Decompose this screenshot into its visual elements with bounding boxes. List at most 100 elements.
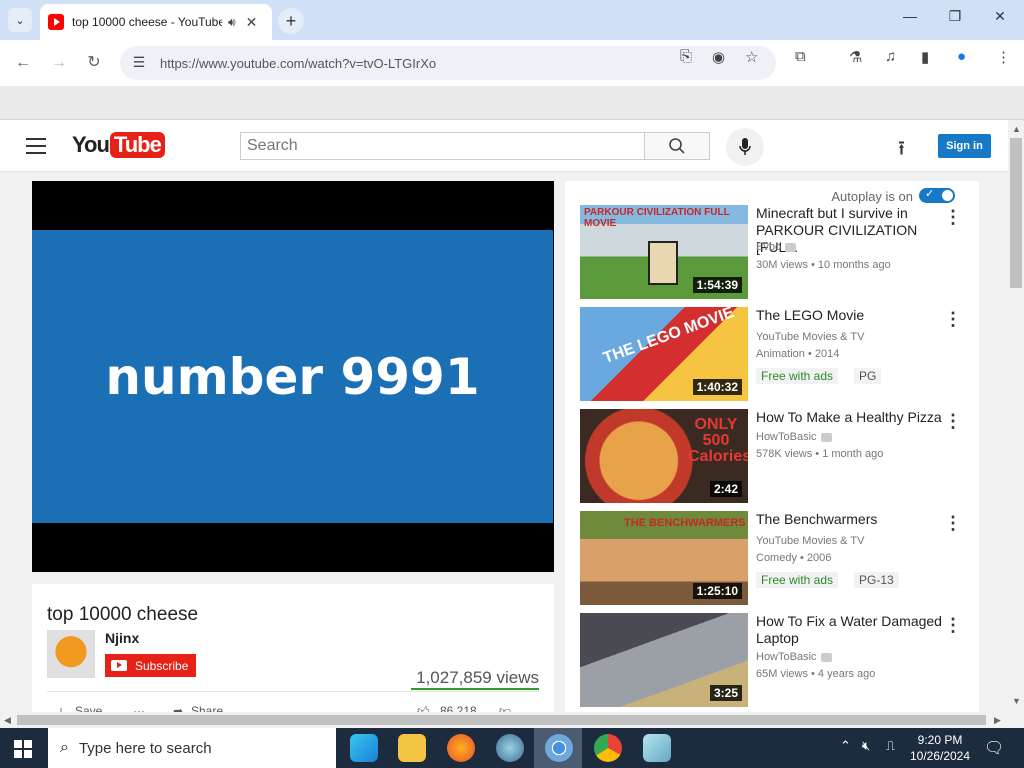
reload-icon[interactable]: ↻ — [83, 52, 105, 74]
dislike-icon[interactable]: 👎︎ — [499, 704, 511, 712]
speaker-icon[interactable]: 🔊︎ — [228, 15, 236, 30]
related-video-item[interactable]: THE LEGO MOVIE 1:40:32 The LEGO Movie Yo… — [580, 307, 970, 401]
restore-icon[interactable]: ❐ — [943, 8, 967, 25]
youtube-header: You Tube Search ⭱ Sign in — [0, 120, 1008, 172]
scroll-up-icon[interactable]: ▲ — [1012, 124, 1021, 134]
app-icon[interactable] — [496, 734, 524, 762]
more-icon[interactable]: ··· — [133, 704, 145, 712]
horizontal-scrollbar[interactable]: ◀ ▶ — [0, 712, 1008, 728]
related-video-item[interactable]: ONLY 500 Calories 2:42 How To Make a Hea… — [580, 409, 970, 503]
close-window-icon[interactable]: ✕ — [988, 8, 1012, 25]
tray-chevron-icon[interactable]: ⌃ — [840, 738, 851, 754]
notification-center-icon[interactable]: 🗨︎ — [984, 738, 1004, 758]
share-button[interactable]: Share — [191, 704, 223, 712]
sign-in-button[interactable]: Sign in — [938, 134, 991, 158]
file-explorer-icon[interactable] — [398, 734, 426, 762]
side-panel-icon[interactable]: ▮ — [921, 48, 929, 66]
url-text: https://www.youtube.com/watch?v=tvO-LTGI… — [160, 55, 437, 71]
upload-icon[interactable]: ⭱ — [898, 134, 905, 168]
vertical-scrollbar[interactable]: ▲ ▼ — [1008, 120, 1024, 728]
forward-icon[interactable]: → — [48, 52, 70, 74]
voice-search-button[interactable] — [726, 128, 764, 166]
related-video-item[interactable]: THE BENCHWARMERS 1:25:10 The Benchwarmer… — [580, 511, 970, 605]
address-bar[interactable]: ☰ https://www.youtube.com/watch?v=tvO-LT… — [120, 46, 776, 80]
volume-muted-icon[interactable]: 🔇︎ — [862, 738, 870, 754]
search-button[interactable] — [644, 132, 710, 160]
related-video-item[interactable]: 3:25 How To Fix a Water Damaged Laptop H… — [580, 613, 970, 707]
chrome-icon[interactable] — [594, 734, 622, 762]
video-thumbnail[interactable]: THE BENCHWARMERS 1:25:10 — [580, 511, 748, 605]
media-control-icon[interactable]: ♫ — [885, 48, 896, 65]
tab-search-button[interactable]: ⌄ — [8, 8, 32, 32]
video-thumbnail[interactable]: ONLY 500 Calories 2:42 — [580, 409, 748, 503]
channel-label: HowToBasic — [756, 431, 817, 443]
youtube-favicon-icon — [48, 14, 64, 30]
like-icon[interactable]: 👍︎ — [417, 704, 430, 712]
related-channel: HowToBasic — [756, 431, 832, 443]
related-video-title[interactable]: How To Fix a Water Damaged Laptop — [756, 613, 952, 647]
horizontal-scroll-thumb[interactable] — [17, 715, 986, 725]
menu-kebab-icon[interactable]: ⋮ — [996, 48, 1011, 66]
clock-time: 9:20 PM — [917, 733, 963, 747]
vertical-scroll-thumb[interactable] — [1010, 138, 1022, 288]
more-actions-icon[interactable]: ⋮ — [944, 411, 962, 432]
network-icon[interactable]: ⎍ — [886, 738, 895, 754]
channel-name[interactable]: Njinx — [105, 630, 139, 646]
extensions-icon[interactable]: ⧉ — [795, 48, 806, 65]
chrome-beta-icon[interactable] — [545, 734, 573, 762]
save-button[interactable]: Save — [75, 704, 102, 712]
minimize-icon[interactable]: — — [898, 8, 922, 24]
close-tab-icon[interactable]: ✕ — [246, 14, 258, 31]
autoplay-toggle[interactable] — [919, 187, 955, 203]
related-meta: Animation • 2014 — [756, 348, 840, 360]
edge-icon[interactable] — [350, 734, 378, 762]
verified-icon — [820, 432, 832, 442]
taskbar-search-text: Type here to search — [78, 739, 212, 757]
video-thumbnail[interactable]: PARKOUR CIVILIZATION FULL MOVIE 1:54:39 — [580, 205, 748, 299]
video-thumbnail[interactable]: 3:25 — [580, 613, 748, 707]
search-icon — [669, 138, 685, 154]
scroll-left-icon[interactable]: ◀ — [4, 715, 11, 726]
install-app-icon[interactable]: ⎘ — [680, 48, 692, 65]
rating-badge: PG — [854, 368, 882, 384]
bookmarks-bar — [0, 86, 1024, 120]
guide-menu-icon[interactable] — [26, 138, 46, 154]
more-actions-icon[interactable]: ⋮ — [944, 309, 962, 330]
taskbar-search[interactable]: ⌕ Type here to search — [48, 728, 336, 768]
autoplay-label: Autoplay is on — [831, 189, 913, 204]
related-video-item[interactable]: PARKOUR CIVILIZATION FULL MOVIE 1:54:39 … — [580, 205, 970, 299]
channel-avatar[interactable] — [47, 630, 95, 678]
taskbar-clock[interactable]: 9:20 PM 10/26/2024 — [906, 732, 974, 764]
profile-icon[interactable]: ● — [957, 48, 966, 65]
video-thumbnail[interactable]: THE LEGO MOVIE 1:40:32 — [580, 307, 748, 401]
scroll-down-icon[interactable]: ▼ — [1012, 696, 1021, 706]
duration-badge: 1:54:39 — [692, 277, 742, 293]
minecraft-character — [648, 241, 678, 285]
bookmark-star-icon[interactable]: ☆ — [745, 48, 758, 66]
new-tab-button[interactable]: + — [278, 8, 304, 34]
thumbnail-text: THE LEGO MOVIE — [601, 307, 737, 368]
search-input[interactable]: Search — [240, 132, 645, 160]
video-title: top 10000 cheese — [47, 604, 199, 625]
back-icon[interactable]: ← — [12, 52, 34, 74]
more-actions-icon[interactable]: ⋮ — [944, 615, 962, 636]
related-video-title[interactable]: How To Make a Healthy Pizza — [756, 409, 952, 426]
duration-badge: 3:25 — [709, 685, 742, 701]
tab-active[interactable]: top 10000 cheese - YouTube 🔊︎ ✕ — [40, 4, 272, 40]
duration-badge: 1:40:32 — [692, 379, 742, 395]
logo-you: You — [72, 132, 110, 157]
scroll-right-icon[interactable]: ▶ — [994, 715, 1001, 726]
site-info-icon[interactable]: ☰ — [130, 54, 148, 72]
youtube-logo[interactable]: You Tube — [72, 132, 165, 158]
more-actions-icon[interactable]: ⋮ — [944, 207, 962, 228]
related-video-title[interactable]: The Benchwarmers — [756, 511, 952, 528]
firefox-icon[interactable] — [447, 734, 475, 762]
windows-start-icon[interactable] — [14, 740, 32, 758]
notepad-icon[interactable] — [643, 734, 671, 762]
subscribe-button[interactable]: Subscribe — [105, 654, 196, 677]
labs-icon[interactable]: ⚗ — [849, 48, 862, 66]
more-actions-icon[interactable]: ⋮ — [944, 513, 962, 534]
tracking-protection-icon[interactable]: ◉ — [712, 48, 725, 66]
video-player[interactable]: number 9991 — [32, 181, 554, 572]
related-video-title[interactable]: The LEGO Movie — [756, 307, 952, 324]
